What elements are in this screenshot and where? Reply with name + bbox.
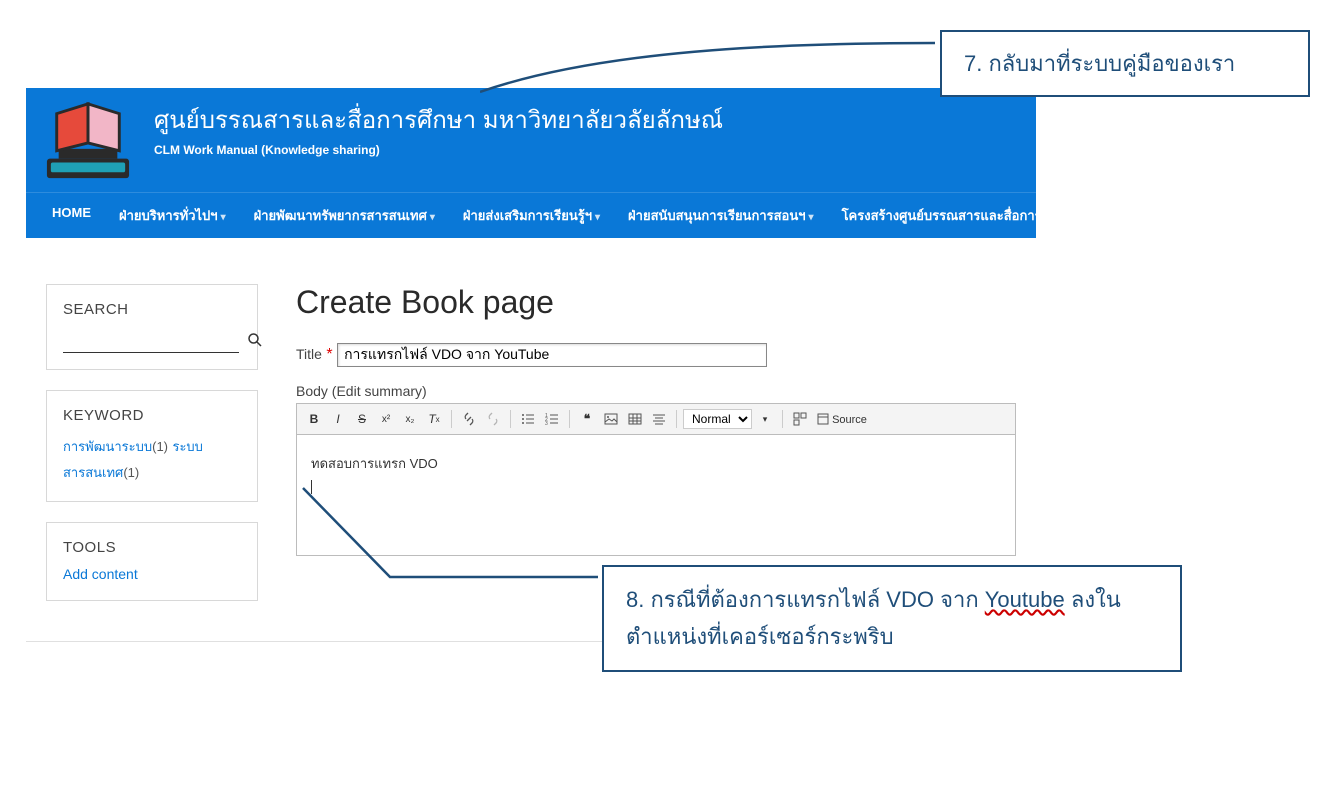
toolbar-separator — [569, 410, 570, 428]
nav-item-3[interactable]: ฝ่ายสนับสนุนการเรียนการสอนฯ — [614, 193, 828, 238]
app-window: ศูนย์บรรณสารและสื่อการศึกษา มหาวิทยาลัยว… — [26, 88, 1036, 642]
annotation-8-word: Youtube — [985, 587, 1065, 612]
annotation-callout-7: 7. กลับมาที่ระบบคู่มือของเรา — [940, 30, 1310, 97]
search-title: SEARCH — [63, 301, 241, 318]
nav-item-0-label: ฝ่ายบริหารทั่วไปฯ — [119, 208, 218, 223]
number-list-button[interactable]: 123 — [541, 408, 563, 430]
clear-format-button[interactable]: Tx — [423, 408, 445, 430]
superscript-button[interactable]: x² — [375, 408, 397, 430]
keyword-list: การพัฒนาระบบ(1) ระบบสารสนเทศ(1) — [63, 434, 241, 485]
nav-item-2[interactable]: ฝ่ายส่งเสริมการเรียนรู้ฯ — [449, 193, 614, 238]
page-title: Create Book page — [296, 284, 1016, 321]
add-content-link[interactable]: Add content — [63, 566, 138, 582]
editor-text: ทดสอบการแทรก VDO — [311, 453, 1001, 474]
toolbar-separator — [676, 410, 677, 428]
chevron-down-icon — [592, 208, 600, 223]
nav-item-1[interactable]: ฝ่ายพัฒนาทรัพยากรสารสนเทศ — [240, 193, 449, 238]
search-icon[interactable] — [247, 332, 263, 353]
site-title: ศูนย์บรรณสารและสื่อการศึกษา มหาวิทยาลัยว… — [154, 100, 723, 139]
align-button[interactable] — [648, 408, 670, 430]
blockquote-button[interactable]: ❝ — [576, 408, 598, 430]
tools-title: TOOLS — [63, 539, 241, 556]
site-logo — [36, 98, 140, 186]
bold-button[interactable]: B — [303, 408, 325, 430]
keyword-count-0: (1) — [152, 439, 168, 454]
nav-item-4-label: โครงสร้างศูนย์บรรณสารและสื่อการศึกษา — [842, 208, 1074, 223]
body-label: Body (Edit summary) — [296, 383, 1016, 399]
nav-item-3-label: ฝ่ายสนับสนุนการเรียนการสอนฯ — [628, 208, 805, 223]
required-asterisk: * — [326, 346, 332, 363]
strike-button[interactable]: S — [351, 408, 373, 430]
toolbar-separator — [782, 410, 783, 428]
search-line — [63, 332, 241, 353]
keyword-link-0[interactable]: การพัฒนาระบบ — [63, 439, 152, 454]
subscript-button[interactable]: x₂ — [399, 408, 421, 430]
annotation-7-text: 7. กลับมาที่ระบบคู่มือของเรา — [964, 51, 1235, 76]
keyword-count-1: (1) — [123, 465, 139, 480]
search-input[interactable] — [63, 333, 239, 353]
site-subtitle: CLM Work Manual (Knowledge sharing) — [154, 143, 723, 157]
editor-toolbar: B I S x² x₂ Tx — [297, 404, 1015, 435]
chevron-down-icon — [1074, 208, 1082, 223]
chevron-down-icon — [427, 208, 435, 223]
connector-line-7 — [480, 40, 940, 95]
nav-item-0[interactable]: ฝ่ายบริหารทั่วไปฯ — [105, 193, 240, 238]
sidebar: SEARCH KEYWORD การพัฒนาระบบ(1) ระบบสารสน… — [26, 284, 268, 621]
chevron-down-icon — [806, 208, 814, 223]
sidebar-keyword-box: KEYWORD การพัฒนาระบบ(1) ระบบสารสนเทศ(1) — [46, 390, 258, 502]
cursor-line — [311, 474, 1001, 494]
caret-down-icon[interactable]: ▾ — [754, 408, 776, 430]
table-button[interactable] — [624, 408, 646, 430]
nav-item-1-label: ฝ่ายพัฒนาทรัพยากรสารสนเทศ — [254, 208, 427, 223]
show-blocks-button[interactable] — [789, 408, 811, 430]
annotation-callout-8: 8. กรณีที่ต้องการแทรกไฟล์ VDO จาก Youtub… — [602, 565, 1182, 672]
format-select[interactable]: Normal — [683, 409, 752, 429]
nav-home[interactable]: HOME — [38, 193, 105, 238]
toolbar-separator — [451, 410, 452, 428]
site-header: ศูนย์บรรณสารและสื่อการศึกษา มหาวิทยาลัยว… — [26, 88, 1036, 192]
sidebar-tools-box: TOOLS Add content — [46, 522, 258, 601]
sidebar-search-box: SEARCH — [46, 284, 258, 370]
title-field: Title * — [296, 343, 1016, 367]
header-text: ศูนย์บรรณสารและสื่อการศึกษา มหาวิทยาลัยว… — [154, 98, 723, 157]
annotation-8-pre: 8. กรณีที่ต้องการแทรกไฟล์ VDO จาก — [626, 587, 985, 612]
unlink-button[interactable] — [482, 408, 504, 430]
nav-home-label: HOME — [52, 205, 91, 220]
title-input[interactable] — [337, 343, 767, 367]
source-label: Source — [832, 414, 867, 426]
italic-button[interactable]: I — [327, 408, 349, 430]
link-button[interactable] — [458, 408, 480, 430]
nav-item-2-label: ฝ่ายส่งเสริมการเรียนรู้ฯ — [463, 208, 592, 223]
keyword-title: KEYWORD — [63, 407, 241, 424]
bullet-list-button[interactable] — [517, 408, 539, 430]
text-cursor — [311, 480, 312, 494]
editor-content[interactable]: ทดสอบการแทรก VDO — [297, 435, 1015, 555]
image-button[interactable] — [600, 408, 622, 430]
title-label: Title — [296, 346, 322, 362]
main-nav: HOME ฝ่ายบริหารทั่วไปฯ ฝ่ายพัฒนาทรัพยากร… — [26, 192, 1036, 238]
nav-item-4[interactable]: โครงสร้างศูนย์บรรณสารและสื่อการศึกษา — [828, 193, 1096, 238]
chevron-down-icon — [218, 208, 226, 223]
source-button[interactable]: Source — [813, 411, 871, 428]
svg-text:3: 3 — [545, 421, 548, 426]
rich-text-editor: B I S x² x₂ Tx — [296, 403, 1016, 556]
toolbar-separator — [510, 410, 511, 428]
